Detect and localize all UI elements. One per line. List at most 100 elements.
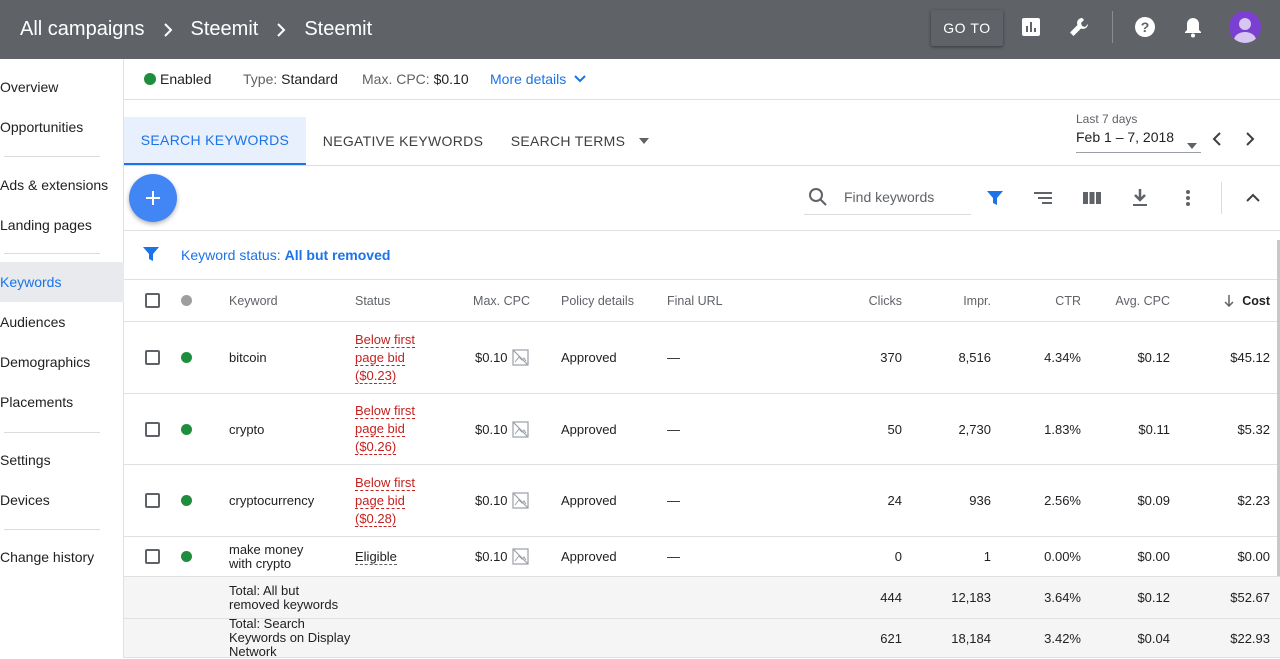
max-cpc-cell[interactable]: $0.10 xyxy=(475,465,529,536)
tab-search-keywords[interactable]: SEARCH KEYWORDS xyxy=(124,117,306,165)
total-label-text: Total: All but removed keywords xyxy=(229,582,339,612)
help-icon[interactable]: ? xyxy=(1133,15,1157,39)
goto-button[interactable]: GO TO xyxy=(931,10,1003,46)
sidebar-item-opportunities[interactable]: Opportunities xyxy=(0,107,124,147)
breadcrumb: All campaigns Steemit Steemit xyxy=(0,0,372,59)
tab-negative-keywords[interactable]: NEGATIVE KEYWORDS xyxy=(306,117,500,165)
sidebar-item-change-history[interactable]: Change history xyxy=(0,537,124,577)
row-checkbox[interactable] xyxy=(145,394,160,464)
avg-cpc-value: $0.09 xyxy=(1137,493,1170,508)
max-cpc-cell[interactable]: $0.10 xyxy=(475,322,529,393)
sidebar-divider xyxy=(4,432,100,433)
search-input[interactable] xyxy=(844,189,969,205)
sidebar-item-devices[interactable]: Devices xyxy=(0,480,124,520)
status-line: ($0.26) xyxy=(355,439,397,455)
max-cpc-value: $0.10 xyxy=(433,71,469,87)
enabled-dot-icon xyxy=(181,352,192,363)
select-all-checkbox[interactable] xyxy=(145,280,160,321)
collapse-icon[interactable] xyxy=(1241,186,1265,210)
checkbox[interactable] xyxy=(145,421,160,437)
breadcrumb-ad-group[interactable]: Steemit xyxy=(304,18,372,41)
filter-icon[interactable] xyxy=(983,186,1007,210)
dropdown-arrow-icon xyxy=(639,138,650,144)
enabled-dot-icon xyxy=(181,551,192,562)
add-keyword-button[interactable] xyxy=(129,174,177,222)
column-header-ctr[interactable]: CTR xyxy=(1004,280,1081,321)
checkbox[interactable] xyxy=(145,549,160,564)
breadcrumb-campaign[interactable]: Steemit xyxy=(191,18,259,41)
row-checkbox[interactable] xyxy=(145,537,160,576)
status-indicator: Enabled xyxy=(144,59,211,99)
checkbox[interactable] xyxy=(145,493,160,508)
row-checkbox[interactable] xyxy=(145,465,160,536)
next-period-icon[interactable] xyxy=(1241,130,1259,148)
sidebar-item-keywords[interactable]: Keywords xyxy=(0,262,124,302)
account-avatar[interactable] xyxy=(1229,11,1261,43)
sidebar-item-audiences[interactable]: Audiences xyxy=(0,302,124,342)
tab-search-terms[interactable]: SEARCH TERMS xyxy=(500,117,660,165)
policy-details: Approved xyxy=(561,493,617,508)
keyword-text[interactable]: crypto xyxy=(229,394,264,464)
keyword-status[interactable]: Below first page bid ($0.23) xyxy=(355,322,415,393)
columns-icon[interactable] xyxy=(1080,186,1104,210)
download-icon[interactable] xyxy=(1128,186,1152,210)
keyword-text[interactable]: cryptocurrency xyxy=(229,465,314,536)
table-row: cryptocurrency Below first page bid ($0.28… xyxy=(124,465,1280,537)
final-url: — xyxy=(667,493,680,508)
sidebar-divider xyxy=(4,529,100,530)
keyword-status-filter[interactable]: Keyword status: All but removed xyxy=(181,231,390,279)
total-label: Total: Search Keywords on Display Networ… xyxy=(229,617,354,659)
breadcrumb-all-campaigns[interactable]: All campaigns xyxy=(20,18,145,41)
table-row: bitcoin Below first page bid ($0.23) $0.10… xyxy=(124,322,1280,394)
sidebar-item-ads-extensions[interactable]: Ads & extensions xyxy=(0,165,124,205)
column-header-cost[interactable]: Cost xyxy=(1174,280,1270,321)
total-row: Total: Search Keywords on Display Networ… xyxy=(124,617,1280,659)
final-url: — xyxy=(667,549,680,564)
reports-icon[interactable] xyxy=(1019,15,1043,39)
segment-icon[interactable] xyxy=(1031,186,1055,210)
no-image-icon xyxy=(511,548,529,565)
date-range-label: Last 7 days xyxy=(1076,112,1138,126)
row-checkbox[interactable] xyxy=(145,322,160,393)
checkbox[interactable] xyxy=(145,293,160,308)
date-range-underline xyxy=(1076,152,1201,153)
more-details-link[interactable]: More details xyxy=(490,59,586,99)
column-header-policy[interactable]: Policy details xyxy=(561,280,634,321)
avg-cpc-value: $0.12 xyxy=(1137,350,1170,365)
notifications-icon[interactable] xyxy=(1181,15,1205,39)
max-cpc-label: Max. CPC: xyxy=(362,71,430,87)
sidebar-item-settings[interactable]: Settings xyxy=(0,440,124,480)
column-header-avg-cpc[interactable]: Avg. CPC xyxy=(1084,280,1170,321)
column-header-impr[interactable]: Impr. xyxy=(914,280,991,321)
keyword-text[interactable]: bitcoin xyxy=(229,322,267,393)
sidebar-item-overview[interactable]: Overview xyxy=(0,67,124,107)
keyword-text[interactable]: make money with crypto xyxy=(229,537,319,576)
keyword-status[interactable]: Eligible xyxy=(355,537,397,576)
sidebar-item-demographics[interactable]: Demographics xyxy=(0,342,124,382)
column-header-keyword[interactable]: Keyword xyxy=(229,280,278,321)
column-header-final-url[interactable]: Final URL xyxy=(667,280,723,321)
tools-icon[interactable] xyxy=(1067,15,1091,39)
sidebar-item-placements[interactable]: Placements xyxy=(0,382,124,422)
enabled-dot-icon xyxy=(181,495,192,506)
filter-label: Keyword status: xyxy=(181,247,281,263)
previous-period-icon[interactable] xyxy=(1208,130,1226,148)
keyword-status[interactable]: Below first page bid ($0.28) xyxy=(355,465,415,536)
checkbox[interactable] xyxy=(145,350,160,365)
max-cpc-value: $0.10 xyxy=(475,350,508,365)
max-cpc-cell[interactable]: $0.10 xyxy=(475,394,529,464)
column-header-status[interactable]: Status xyxy=(355,280,390,321)
ctr-value: 0.00% xyxy=(1044,549,1081,564)
row-status-dot xyxy=(181,322,192,393)
more-vert-icon[interactable] xyxy=(1176,186,1200,210)
date-range-value[interactable]: Feb 1 – 7, 2018 xyxy=(1076,129,1174,145)
svg-text:?: ? xyxy=(1141,19,1150,35)
sidebar-item-landing-pages[interactable]: Landing pages xyxy=(0,205,124,245)
table-header-row: Keyword Status Max. CPC Policy details F… xyxy=(124,280,1280,322)
column-header-max-cpc[interactable]: Max. CPC xyxy=(444,280,530,321)
column-header-clicks[interactable]: Clicks xyxy=(824,280,902,321)
row-status-dot xyxy=(181,537,192,576)
status-line: page bid xyxy=(355,421,405,437)
max-cpc-cell[interactable]: $0.10 xyxy=(475,537,529,576)
keyword-status[interactable]: Below first page bid ($0.26) xyxy=(355,394,415,464)
